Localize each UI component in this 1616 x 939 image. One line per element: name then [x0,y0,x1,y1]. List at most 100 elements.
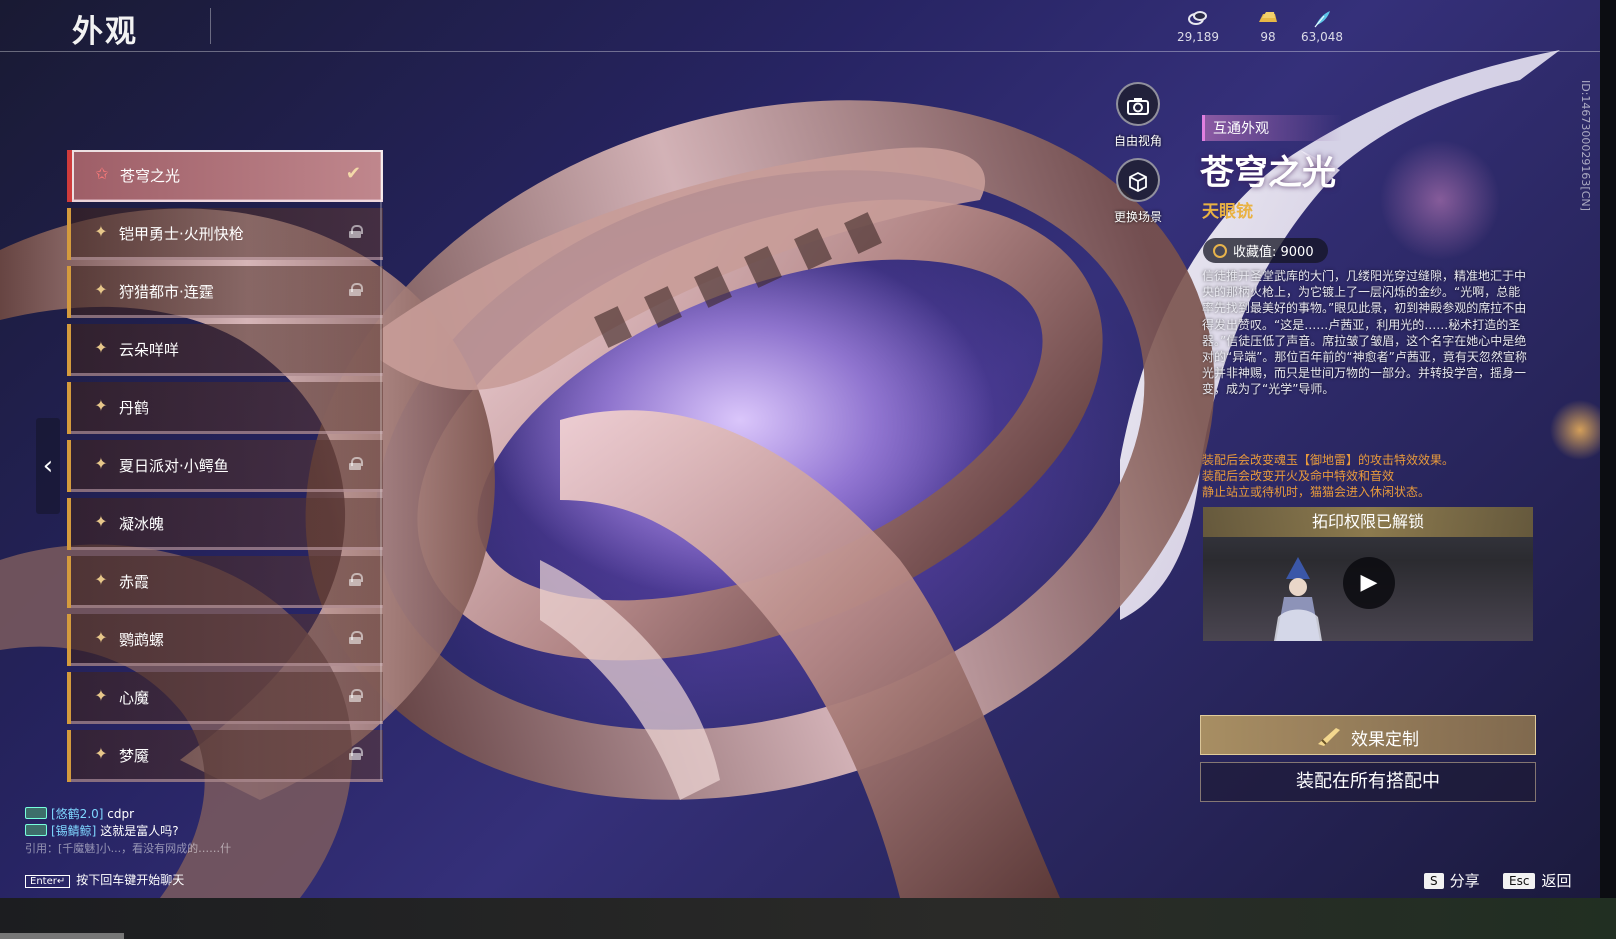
skin-description: 信徒推开圣堂武库的大门，几缕阳光穿过缝隙，精准地汇于中央的那柄火枪上，为它镀上了… [1202,269,1527,397]
currency-coins[interactable]: 29,189 [1168,10,1228,44]
lock-icon [349,747,363,760]
chat-sender[interactable]: [锡鲭鲸] [51,824,96,838]
back-hint[interactable]: Esc 返回 [1503,870,1571,891]
skin-item[interactable]: ✦ 铠甲勇士·火刑快枪 [67,208,383,260]
chevron-left-icon: ‹ [42,451,54,481]
skin-item[interactable]: ✩ 苍穹之光 ✔ [67,150,383,202]
star-badge-icon: ✦ [94,222,108,241]
weapon-type: 天眼铳 [1202,202,1253,222]
back-key: Esc [1503,873,1536,889]
skin-item-name: 凝冰魄 [119,515,165,533]
equip-all-button[interactable]: 装配在所有搭配中 [1200,762,1536,802]
collection-value-badge: 收藏值: 9000 [1203,238,1328,263]
share-key: S [1424,873,1444,889]
effect-customize-label: 效果定制 [1351,730,1419,750]
skin-item[interactable]: ✦ 狩猎都市·连霆 [67,266,383,318]
skin-item[interactable]: ✦ 夏日派对·小鳄鱼 [67,440,383,492]
crossplay-tag: 互通外观 [1202,115,1342,141]
chat-quote: 引用：[千魔魅]小...，看没有网成的……什 [25,842,232,855]
chat-text: 这就是富人吗? [100,824,179,838]
free-view-label: 自由视角 [1113,134,1162,148]
star-badge-icon: ✦ [94,512,108,531]
star-badge-icon: ✦ [94,396,108,415]
player-id: ID:1467300029163[CN] [1579,80,1592,211]
coin-stack-icon [1168,10,1228,28]
star-badge-icon: ✦ [94,570,108,589]
effect-customize-button[interactable]: 效果定制 [1200,715,1536,755]
skin-item-name: 苍穹之光 [120,167,181,185]
effect-line: 装配后会改变开火及命中特效和音效 [1202,469,1395,483]
skin-item-name: 鹦鹉螺 [119,631,165,649]
white-spike-shape [1300,50,1560,175]
star-badge-icon: ✦ [94,280,108,299]
game-viewport[interactable]: 外观 29,189 98 63,048 ID:1467300029163[CN]… [0,0,1600,898]
back-label: 返回 [1541,872,1572,890]
cube-icon [1116,158,1160,202]
collection-icon [1213,244,1227,258]
camera-icon [1116,82,1160,126]
skin-item-name: 夏日派对·小鳄鱼 [119,457,229,475]
skin-item[interactable]: ✦ 凝冰魄 [67,498,383,550]
skin-item-name: 梦魇 [119,747,150,765]
gold-bar-icon [1238,10,1298,28]
skin-item[interactable]: ✦ 鹦鹉螺 [67,614,383,666]
chat-log[interactable]: [悠鹤2.0] cdpr [锡鲭鲸] 这就是富人吗? 引用：[千魔魅]小...，… [25,806,231,857]
lock-icon [349,631,363,644]
currency-feather-value: 63,048 [1301,30,1343,44]
chat-sender[interactable]: [悠鹤2.0] [51,807,103,821]
free-view-button[interactable]: 自由视角 [1102,82,1174,149]
currency-coins-value: 29,189 [1177,30,1219,44]
video-header: 拓印权限已解锁 [1203,507,1533,537]
skin-item[interactable]: ✦ 赤霞 [67,556,383,608]
effects-list: 装配后会改变魂玉【御地雷】的攻击特效效果。 装配后会改变开火及命中特效和音效 静… [1202,452,1532,500]
top-divider-line [0,51,1600,52]
chat-channel-icon [25,824,47,836]
lock-icon [349,689,363,702]
background-ground [0,898,1616,939]
chat-input-label: 按下回车键开始聊天 [76,873,185,887]
currency-gold[interactable]: 98 [1238,10,1298,44]
skin-item-name: 狩猎都市·连霆 [119,283,214,301]
chat-input-hint[interactable]: Enter↵ 按下回车键开始聊天 [25,871,184,888]
star-badge-icon: ✦ [94,686,108,705]
collection-value: 收藏值: 9000 [1233,245,1314,260]
skin-item[interactable]: ✦ 云朵咩咩 [67,324,383,376]
skin-item[interactable]: ✦ 丹鹤 [67,382,383,434]
title-divider [210,8,211,44]
chat-text: cdpr [107,807,135,821]
character-preview [1274,557,1322,641]
skin-item-name: 铠甲勇士·火刑快枪 [119,225,244,243]
lock-icon [349,225,363,238]
skin-item-name: 心魔 [119,689,150,707]
loading-bar [0,933,124,939]
top-bar: 外观 29,189 98 63,048 [0,0,1600,52]
skin-item-name: 丹鹤 [119,399,150,417]
lock-icon [349,283,363,296]
skin-title: 苍穹之光 [1200,153,1336,193]
chat-message: [锡鲭鲸] 这就是富人吗? [25,823,231,840]
skin-item-name: 赤霞 [119,573,150,591]
star-badge-icon: ✦ [94,338,108,357]
collapse-panel-button[interactable]: ‹ [36,418,60,514]
enter-key: Enter↵ [25,875,71,888]
star-badge-icon: ✦ [94,744,108,763]
play-icon[interactable]: ▶ [1343,557,1395,609]
preview-video[interactable]: 拓印权限已解锁 ▶ [1203,507,1533,641]
change-scene-button[interactable]: 更换场景 [1102,158,1174,225]
list-scrollbar[interactable] [380,150,382,780]
skin-item-name: 云朵咩咩 [119,341,180,359]
checkmark-icon: ✔ [345,163,361,184]
change-scene-label: 更换场景 [1113,210,1162,224]
effect-line: 静止站立或待机时，猫猫会进入休闲状态。 [1202,485,1431,499]
skin-list[interactable]: ✩ 苍穹之光 ✔ ✦ 铠甲勇士·火刑快枪 ✦ 狩猎都市·连霆 ✦ 云朵咩咩 ✦ … [67,150,383,788]
currency-feather[interactable]: 63,048 [1292,10,1352,44]
gun-icon [1316,724,1342,748]
skin-item[interactable]: ✦ 梦魇 [67,730,383,782]
effect-line: 装配后会改变魂玉【御地雷】的攻击特效效果。 [1202,453,1455,467]
star-badge-icon: ✦ [94,628,108,647]
star-badge-icon: ✦ [94,454,108,473]
skin-item[interactable]: ✦ 心魔 [67,672,383,724]
share-hint[interactable]: S 分享 [1424,870,1480,891]
star-badge-icon: ✩ [95,164,109,183]
page-title: 外观 [72,14,138,50]
